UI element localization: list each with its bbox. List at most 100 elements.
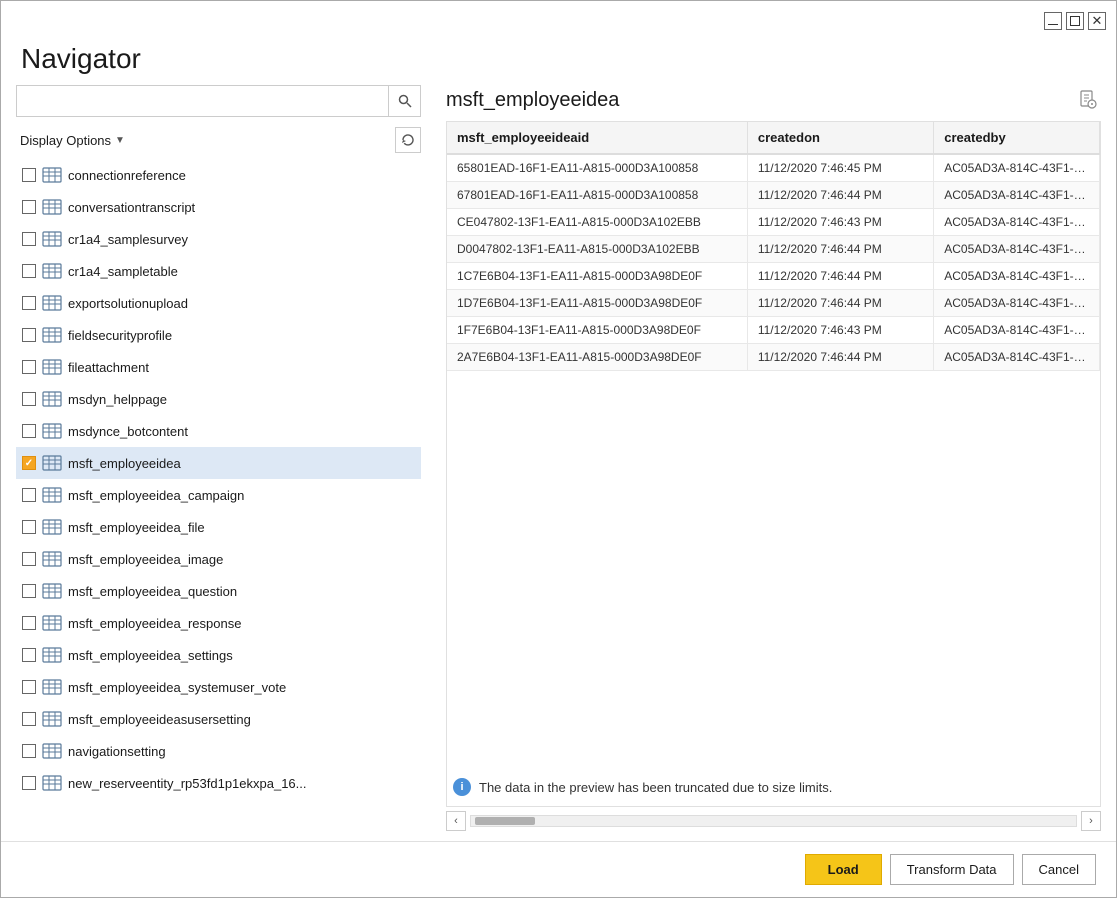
table-icon xyxy=(42,423,62,439)
display-options-label: Display Options xyxy=(20,133,111,148)
item-label: msdyn_helppage xyxy=(68,392,167,407)
minimize-button[interactable] xyxy=(1044,12,1062,30)
navigator-window: ✕ Navigator Display Options ▼ xyxy=(0,0,1117,898)
list-item[interactable]: msft_employeeidea_question xyxy=(16,575,421,607)
search-input[interactable] xyxy=(17,86,388,116)
item-checkbox[interactable] xyxy=(22,488,36,502)
list-item[interactable]: msdynce_botcontent xyxy=(16,415,421,447)
item-checkbox[interactable] xyxy=(22,232,36,246)
item-label: msft_employeeidea_settings xyxy=(68,648,233,663)
item-checkbox[interactable] xyxy=(22,360,36,374)
hscroll-thumb xyxy=(475,817,535,825)
document-icon xyxy=(1079,90,1097,110)
item-checkbox[interactable] xyxy=(22,328,36,342)
table-icon xyxy=(42,263,62,279)
item-label: msft_employeeidea_image xyxy=(68,552,223,567)
item-label: msft_employeeidea_systemuser_vote xyxy=(68,680,286,695)
table-cell: AC05AD3A-814C-43F1-87... xyxy=(934,209,1100,236)
table-cell: 11/12/2020 7:46:44 PM xyxy=(747,263,933,290)
table-row: 1C7E6B04-13F1-EA11-A815-000D3A98DE0F11/1… xyxy=(447,263,1100,290)
list-item[interactable]: connectionreference xyxy=(16,159,421,191)
list-item[interactable]: msdyn_helppage xyxy=(16,383,421,415)
table-row: 1F7E6B04-13F1-EA11-A815-000D3A98DE0F11/1… xyxy=(447,317,1100,344)
table-cell: 11/12/2020 7:46:43 PM xyxy=(747,317,933,344)
maximize-button[interactable] xyxy=(1066,12,1084,30)
search-button[interactable] xyxy=(388,86,420,116)
list-item[interactable]: msft_employeeidea_systemuser_vote xyxy=(16,671,421,703)
list-item[interactable]: navigationsetting xyxy=(16,735,421,767)
list-item[interactable]: new_reserveentity_rp53fd1p1ekxpa_16... xyxy=(16,767,421,799)
item-checkbox[interactable] xyxy=(22,424,36,438)
item-checkbox[interactable] xyxy=(22,680,36,694)
list-item[interactable]: fileattachment xyxy=(16,351,421,383)
table-icon xyxy=(42,647,62,663)
list-item[interactable]: conversationtranscript xyxy=(16,191,421,223)
item-checkbox[interactable] xyxy=(22,712,36,726)
item-checkbox[interactable] xyxy=(22,392,36,406)
table-row: 65801EAD-16F1-EA11-A815-000D3A10085811/1… xyxy=(447,154,1100,182)
refresh-button[interactable] xyxy=(395,127,421,153)
data-table-wrapper: msft_employeeideaid createdon createdby … xyxy=(446,121,1101,807)
table-icon xyxy=(42,679,62,695)
list-item[interactable]: exportsolutionupload xyxy=(16,287,421,319)
table-icon xyxy=(42,327,62,343)
table-cell: 65801EAD-16F1-EA11-A815-000D3A100858 xyxy=(447,154,747,182)
list-item[interactable]: fieldsecurityprofile xyxy=(16,319,421,351)
list-item[interactable]: msft_employeeidea xyxy=(16,447,421,479)
list-item[interactable]: msft_employeeidea_response xyxy=(16,607,421,639)
item-checkbox[interactable] xyxy=(22,648,36,662)
table-icon xyxy=(42,743,62,759)
col-header-createdon: createdon xyxy=(747,122,933,154)
scroll-right-button[interactable]: › xyxy=(1081,811,1101,831)
item-checkbox[interactable] xyxy=(22,168,36,182)
table-cell: AC05AD3A-814C-43F1-87... xyxy=(934,236,1100,263)
table-cell: 11/12/2020 7:46:44 PM xyxy=(747,236,933,263)
table-cell: 11/12/2020 7:46:44 PM xyxy=(747,182,933,209)
table-icon xyxy=(42,231,62,247)
table-cell: AC05AD3A-814C-43F1-87... xyxy=(934,182,1100,209)
cancel-button[interactable]: Cancel xyxy=(1022,854,1096,885)
horizontal-scrollbar: ‹ › xyxy=(446,807,1101,835)
display-options-row: Display Options ▼ xyxy=(16,127,421,153)
item-label: new_reserveentity_rp53fd1p1ekxpa_16... xyxy=(68,776,307,791)
table-cell: AC05AD3A-814C-43F1-87... xyxy=(934,317,1100,344)
load-button[interactable]: Load xyxy=(805,854,882,885)
item-label: navigationsetting xyxy=(68,744,166,759)
truncated-text: The data in the preview has been truncat… xyxy=(479,780,832,795)
item-checkbox[interactable] xyxy=(22,520,36,534)
list-item[interactable]: msft_employeeidea_campaign xyxy=(16,479,421,511)
item-checkbox[interactable] xyxy=(22,200,36,214)
list-item[interactable]: msft_employeeidea_file xyxy=(16,511,421,543)
list-item[interactable]: msft_employeeidea_image xyxy=(16,543,421,575)
item-checkbox[interactable] xyxy=(22,616,36,630)
list-item[interactable]: cr1a4_samplesurvey xyxy=(16,223,421,255)
list-item[interactable]: msft_employeeidea_settings xyxy=(16,639,421,671)
hscroll-track[interactable] xyxy=(470,815,1077,827)
item-label: msft_employeeidea_response xyxy=(68,616,241,631)
table-cell: AC05AD3A-814C-43F1-87... xyxy=(934,344,1100,371)
preview-options-button[interactable] xyxy=(1075,87,1101,113)
item-label: msft_employeeidea xyxy=(68,456,181,471)
item-checkbox[interactable] xyxy=(22,552,36,566)
close-button[interactable]: ✕ xyxy=(1088,12,1106,30)
item-checkbox[interactable] xyxy=(22,584,36,598)
item-checkbox[interactable] xyxy=(22,776,36,790)
item-checkbox[interactable] xyxy=(22,296,36,310)
table-cell: 2A7E6B04-13F1-EA11-A815-000D3A98DE0F xyxy=(447,344,747,371)
item-checkbox[interactable] xyxy=(22,456,36,470)
table-icon xyxy=(42,359,62,375)
item-checkbox[interactable] xyxy=(22,264,36,278)
transform-data-button[interactable]: Transform Data xyxy=(890,854,1014,885)
item-label: fileattachment xyxy=(68,360,149,375)
display-options-button[interactable]: Display Options ▼ xyxy=(16,131,129,150)
item-checkbox[interactable] xyxy=(22,744,36,758)
table-icon xyxy=(42,711,62,727)
table-icon xyxy=(42,583,62,599)
table-row: 2A7E6B04-13F1-EA11-A815-000D3A98DE0F11/1… xyxy=(447,344,1100,371)
page-title: Navigator xyxy=(1,33,1116,85)
item-label: cr1a4_samplesurvey xyxy=(68,232,188,247)
scroll-left-button[interactable]: ‹ xyxy=(446,811,466,831)
list-item[interactable]: msft_employeeideasusersetting xyxy=(16,703,421,735)
list-item[interactable]: cr1a4_sampletable xyxy=(16,255,421,287)
table-row: D0047802-13F1-EA11-A815-000D3A102EBB11/1… xyxy=(447,236,1100,263)
